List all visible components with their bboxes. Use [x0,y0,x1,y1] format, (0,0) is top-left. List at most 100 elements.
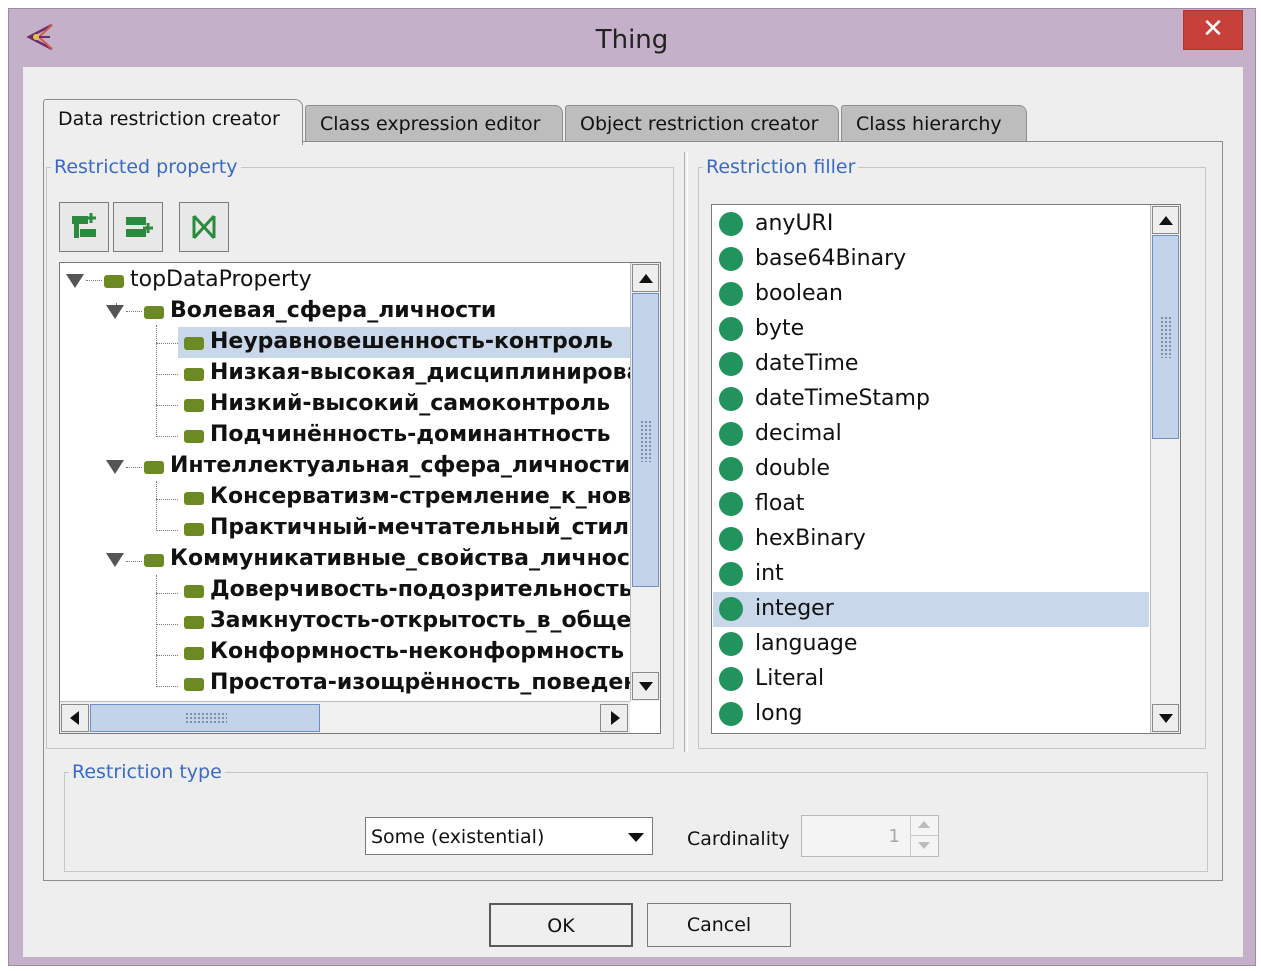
scroll-up-button[interactable] [632,264,659,292]
datatype-icon [719,387,743,411]
list-item[interactable]: anyURI [713,207,1149,242]
add-subproperty-button[interactable] [59,202,109,252]
delete-property-button[interactable] [179,202,229,252]
datatype-label: byte [755,316,805,341]
add-sibling-property-button[interactable] [113,202,163,252]
list-item[interactable]: base64Binary [713,242,1149,277]
restriction-type-group: Restriction type Some (existential) Card… [64,761,1208,872]
filler-vertical-scrollbar[interactable] [1150,205,1180,733]
split-pane-divider[interactable] [684,152,688,752]
list-item[interactable]: long [713,697,1149,732]
tree-row-zamknutost[interactable]: Замкнутость-открытость_в_общении [60,606,660,637]
tree-row-podchinennost[interactable]: Подчинённость-доминантность [60,420,630,451]
spin-down-button[interactable] [910,836,938,856]
arrow-down-icon [918,842,930,849]
tree-row-doverchivost[interactable]: Доверчивость-подозрительность [60,575,633,606]
restricted-property-legend: Restricted property [51,156,241,178]
expand-arrow-icon[interactable] [106,305,124,319]
tree-row-praktichnyi[interactable]: Практичный-мечтательный_стиль [60,513,643,544]
tab-object-restriction-creator[interactable]: Object restriction creator [565,105,839,143]
tree-node-label: Конформность-неконформность [210,639,625,664]
datatype-label: Literal [755,666,825,691]
data-property-icon [184,368,204,381]
list-item[interactable]: decimal [713,417,1149,452]
datatype-label: language [755,631,858,656]
spin-up-button[interactable] [910,816,938,836]
list-item[interactable]: byte [713,312,1149,347]
tree-row-konservatizm[interactable]: Консерватизм-стремление_к_новому [60,482,660,513]
arrow-right-icon [611,711,620,725]
list-item[interactable]: hexBinary [713,522,1149,557]
scroll-thumb[interactable] [632,293,659,587]
tree-node-label: Замкнутость-открытость_в_общении [210,608,661,633]
tree-row-volevaya[interactable]: Волевая_сфера_личности [60,296,630,327]
datatype-icon [719,422,743,446]
ok-button[interactable]: OK [489,903,633,947]
tree-horizontal-scrollbar[interactable] [60,701,630,733]
expand-arrow-icon[interactable] [66,274,84,288]
list-item[interactable]: Literal [713,662,1149,697]
datatype-icon [719,212,743,236]
scroll-right-button[interactable] [600,704,628,732]
restriction-type-value: Some (existential) [371,826,545,848]
tree-node-label: Практичный-мечтательный_стиль [210,515,643,540]
datatype-list[interactable]: anyURI base64Binary boolean byte dateTim… [711,204,1181,734]
data-property-icon [184,399,204,412]
tab-class-hierarchy[interactable]: Class hierarchy [841,105,1027,143]
tree-row-disciplinirovannost[interactable]: Низкая-высокая_дисциплинированность [60,358,660,389]
tree-row-konformnost[interactable]: Конформность-неконформность [60,637,630,668]
close-button[interactable]: ✕ [1183,10,1243,50]
list-item[interactable]: int [713,557,1149,592]
tree-row-intellektualnaya[interactable]: Интеллектуальная_сфера_личности [60,451,630,482]
tree-vertical-scrollbar[interactable] [630,263,660,701]
data-property-icon [184,585,204,598]
datatype-label: float [755,491,805,516]
arrow-left-icon [70,711,79,725]
tree-node-label: Низкий-высокий_самоконтроль [210,391,611,416]
data-property-icon [144,554,164,567]
expand-arrow-icon[interactable] [106,553,124,567]
tree-row-samokontrol[interactable]: Низкий-высокий_самоконтроль [60,389,630,420]
expand-arrow-icon[interactable] [106,460,124,474]
tab-class-expression-editor[interactable]: Class expression editor [305,105,563,143]
scroll-down-button[interactable] [1152,704,1179,732]
list-item[interactable]: language [713,627,1149,662]
scroll-thumb[interactable] [90,704,320,732]
datatype-icon [719,492,743,516]
tree-node-label: Неуравновешенность-контроль [210,329,613,354]
datatype-label: boolean [755,281,843,306]
tree-row-topdataproperty[interactable]: topDataProperty [60,265,630,296]
scroll-up-button[interactable] [1152,206,1179,234]
property-tree[interactable]: topDataProperty Волевая_сфера_личности Н… [59,262,661,734]
list-item[interactable]: float [713,487,1149,522]
arrow-down-icon [1159,714,1173,723]
data-property-icon [184,430,204,443]
list-item[interactable]: double [713,452,1149,487]
list-item[interactable]: dateTimeStamp [713,382,1149,417]
arrow-up-icon [639,274,653,283]
scroll-left-button[interactable] [61,704,89,732]
list-item-selected[interactable]: integer [713,592,1149,627]
cardinality-spinner[interactable]: 1 [801,815,939,857]
list-item[interactable]: dateTime [713,347,1149,382]
title-bar[interactable]: Thing ✕ [9,9,1255,67]
tab-data-restriction-creator[interactable]: Data restriction creator [43,99,303,145]
tree-row-prostota[interactable]: Простота-изощрённость_поведения [60,668,660,699]
list-item[interactable]: boolean [713,277,1149,312]
tree-row-neuravnoveshennost[interactable]: Неуравновешенность-контроль [60,327,630,358]
dialog-content: Data restriction creator Class expressio… [23,67,1243,957]
tree-row-kommunikativnye[interactable]: Коммуникативные_свойства_личности [60,544,658,575]
scroll-thumb[interactable] [1152,235,1179,439]
data-property-icon [184,678,204,691]
arrow-down-icon [639,682,653,691]
grip-icon [1160,316,1173,358]
cancel-button[interactable]: Cancel [647,903,791,947]
restriction-filler-legend: Restriction filler [703,156,859,178]
restriction-type-combo[interactable]: Some (existential) [365,817,653,855]
data-property-icon [184,523,204,536]
data-property-icon [184,337,204,350]
datatype-label: long [755,701,803,726]
tree-node-label: Простота-изощрённость_поведения [210,670,661,695]
restricted-property-group: Restricted property topDataProperty Воле… [46,156,674,749]
scroll-down-button[interactable] [632,672,659,700]
